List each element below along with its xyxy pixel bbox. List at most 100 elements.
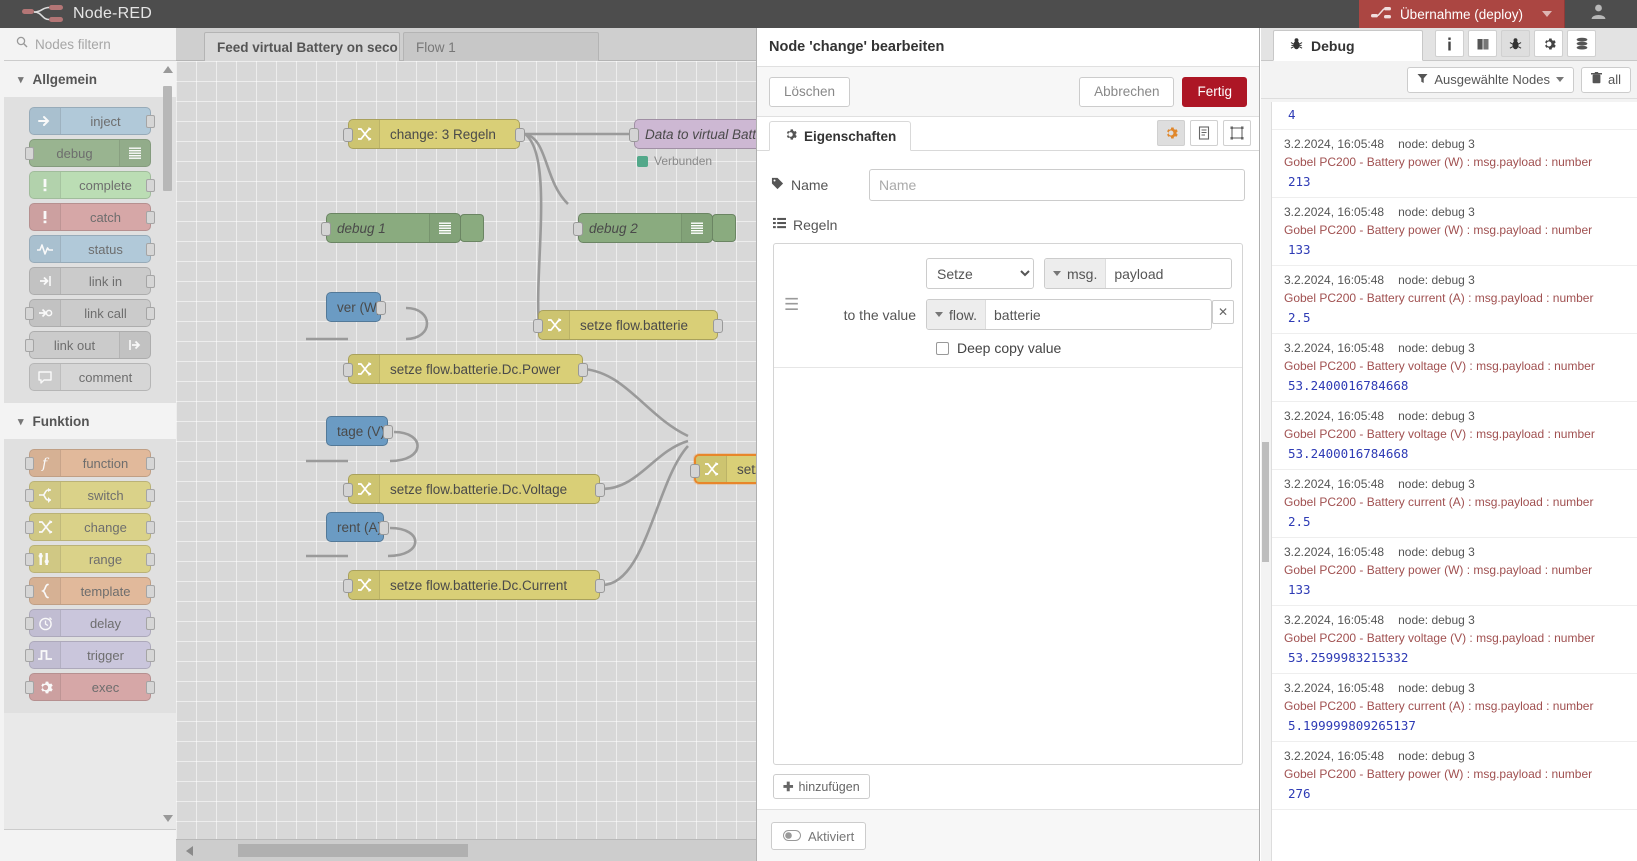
debug-scrollbar[interactable]	[1261, 102, 1270, 861]
flow-node-ver-w-[interactable]: ver (W)	[326, 292, 386, 322]
palette-node-catch[interactable]: catch	[29, 203, 155, 231]
flow-canvas[interactable]: change: 3 Regeln Data to virtual Batt debu…	[176, 61, 756, 839]
tab-properties[interactable]: Eigenschaften	[769, 121, 912, 151]
debug-clear-button[interactable]: all	[1580, 66, 1631, 93]
flow-node-setze-flow-batterie[interactable]: setze flow.batterie	[533, 310, 723, 340]
palette-node-complete[interactable]: complete	[29, 171, 155, 199]
palette-node-exec[interactable]: exec	[25, 673, 155, 701]
info-icon-button[interactable]	[1435, 30, 1464, 57]
debug-message[interactable]: 3.2.2024, 16:05:48 node: debug 3 Gobel PC2…	[1272, 742, 1637, 810]
done-button[interactable]: Fertig	[1182, 76, 1247, 107]
palette-node-comment[interactable]: comment	[29, 363, 151, 391]
sidebar-tab-debug[interactable]: Debug	[1273, 30, 1423, 61]
node-input-port[interactable]	[690, 464, 700, 478]
node-input-port[interactable]	[343, 128, 353, 142]
add-rule-button[interactable]: ✚ hinzufügen	[773, 774, 870, 799]
palette-node-change[interactable]: change	[25, 513, 155, 541]
palette-node-link-out[interactable]: link out	[25, 331, 151, 359]
flow-tab-1[interactable]: Flow 1	[403, 32, 599, 61]
chevron-down-icon[interactable]	[1542, 11, 1552, 17]
debug-scrollbar-thumb[interactable]	[1262, 442, 1269, 562]
debug-message[interactable]: 3.2.2024, 16:05:48 node: debug 3 Gobel PC2…	[1272, 334, 1637, 402]
rule-value-input[interactable]	[986, 300, 1211, 329]
flow-node-data-to-virtual-batt[interactable]: Data to virtual Batt	[629, 119, 756, 149]
palette-category-allgemein[interactable]: ▾ Allgemein	[4, 61, 176, 97]
scroll-down-arrow-icon[interactable]	[163, 815, 173, 822]
rule-target-input[interactable]	[1106, 259, 1231, 288]
palette-node-debug[interactable]: debug	[25, 139, 151, 167]
delete-button[interactable]: Löschen	[769, 76, 851, 107]
deploy-button[interactable]: Übernahme (deploy)	[1358, 0, 1565, 28]
node-output-port[interactable]	[515, 128, 525, 142]
debug-message[interactable]: 3.2.2024, 16:05:48 node: debug 3 Gobel PC2…	[1272, 674, 1637, 742]
canvas-horizontal-scrollbar[interactable]	[176, 839, 756, 861]
scroll-left-arrow-icon[interactable]	[186, 846, 193, 856]
flow-node-change-3-regeln[interactable]: change: 3 Regeln	[343, 119, 525, 149]
debug-message-list[interactable]: 4 3.2.2024, 16:05:48 node: debug 3 Gobel PC…	[1271, 102, 1637, 861]
flow-tab-0[interactable]: Feed virtual Battery on seco	[204, 32, 400, 61]
node-output-port[interactable]	[595, 483, 605, 497]
palette-node-link-call[interactable]: link call	[25, 299, 155, 327]
node-output-port[interactable]	[578, 363, 588, 377]
debug-message[interactable]: 3.2.2024, 16:05:48 node: debug 3 Gobel PC2…	[1272, 538, 1637, 606]
palette-node-switch[interactable]: switch	[25, 481, 155, 509]
bug-icon-button[interactable]	[1501, 30, 1530, 57]
node-input-port[interactable]	[629, 128, 639, 142]
gear-icon-button[interactable]	[1534, 30, 1563, 57]
debug-message[interactable]: 3.2.2024, 16:05:48 node: debug 3 Gobel PC2…	[1272, 402, 1637, 470]
flow-node-rent-a-[interactable]: rent (A)	[326, 512, 389, 542]
rule-value-field[interactable]: flow.	[926, 299, 1212, 330]
canvas-scroll-thumb[interactable]	[238, 844, 468, 857]
palette-search[interactable]	[4, 28, 176, 61]
rule-target-field[interactable]: msg.	[1044, 258, 1232, 289]
stack-icon-button[interactable]	[1567, 30, 1596, 57]
cancel-button[interactable]: Abbrechen	[1079, 76, 1175, 107]
node-settings-button[interactable]	[1157, 120, 1185, 146]
palette-node-range[interactable]: range	[25, 545, 155, 573]
node-input-port[interactable]	[573, 222, 583, 236]
palette-node-delay[interactable]: delay	[25, 609, 155, 637]
node-input-port[interactable]	[343, 363, 353, 377]
node-output-port[interactable]	[383, 425, 393, 439]
flow-node-setze-flow-batterie-dc-voltage[interactable]: setze flow.batterie.Dc.Voltage	[343, 474, 605, 504]
drag-handle-icon[interactable]: ☰	[784, 296, 799, 313]
node-output-port[interactable]	[595, 579, 605, 593]
debug-message[interactable]: 3.2.2024, 16:05:48 node: debug 3 Gobel PC2…	[1272, 606, 1637, 674]
flow-node-debug-1[interactable]: debug 1	[321, 213, 484, 243]
palette-scrollbar-thumb[interactable]	[163, 86, 172, 191]
debug-message[interactable]: 3.2.2024, 16:05:48 node: debug 3 Gobel PC2…	[1272, 198, 1637, 266]
node-appearance-button[interactable]	[1223, 120, 1251, 146]
palette-node-function[interactable]: f function	[25, 449, 155, 477]
debug-toggle-button[interactable]	[460, 214, 484, 242]
node-description-button[interactable]	[1190, 120, 1218, 146]
node-input-port[interactable]	[533, 319, 543, 333]
scroll-up-arrow-icon[interactable]	[163, 66, 173, 73]
rule-action-select[interactable]: SetzeÄndereLöscheVerschiebe	[926, 258, 1034, 289]
palette-scrollbar[interactable]	[162, 64, 173, 824]
palette-node-link-in[interactable]: link in	[29, 267, 155, 295]
node-input-port[interactable]	[343, 579, 353, 593]
node-input-port[interactable]	[321, 222, 331, 236]
node-input-port[interactable]	[343, 483, 353, 497]
deep-copy-checkbox[interactable]	[936, 341, 949, 355]
debug-message[interactable]: 3.2.2024, 16:05:48 node: debug 3 Gobel PC2…	[1272, 130, 1637, 198]
debug-message[interactable]: 3.2.2024, 16:05:48 node: debug 3 Gobel PC2…	[1272, 266, 1637, 334]
flow-node-tage-v-[interactable]: tage (V)	[326, 416, 393, 446]
palette-node-trigger[interactable]: trigger	[25, 641, 155, 669]
node-output-port[interactable]	[379, 521, 389, 535]
book-icon-button[interactable]	[1468, 30, 1497, 57]
palette-node-template[interactable]: template	[25, 577, 155, 605]
name-input[interactable]	[869, 169, 1245, 201]
flow-node-setze-msg-payload[interactable]: setze msg.payload	[690, 454, 756, 484]
rule-value-type-select[interactable]: flow.	[927, 300, 987, 329]
debug-filter-button[interactable]: Ausgewählte Nodes	[1407, 66, 1574, 93]
palette-category-funktion[interactable]: ▾ Funktion	[4, 403, 176, 439]
debug-toggle-button[interactable]	[712, 214, 736, 242]
user-menu-button[interactable]	[1581, 0, 1615, 28]
node-output-port[interactable]	[376, 301, 386, 315]
flow-node-setze-flow-batterie-dc-current[interactable]: setze flow.batterie.Dc.Current	[343, 570, 605, 600]
palette-node-status[interactable]: status	[29, 235, 155, 263]
palette-node-inject[interactable]: inject	[29, 107, 155, 135]
rule-target-type-select[interactable]: msg.	[1045, 259, 1107, 288]
search-input[interactable]	[35, 36, 165, 52]
